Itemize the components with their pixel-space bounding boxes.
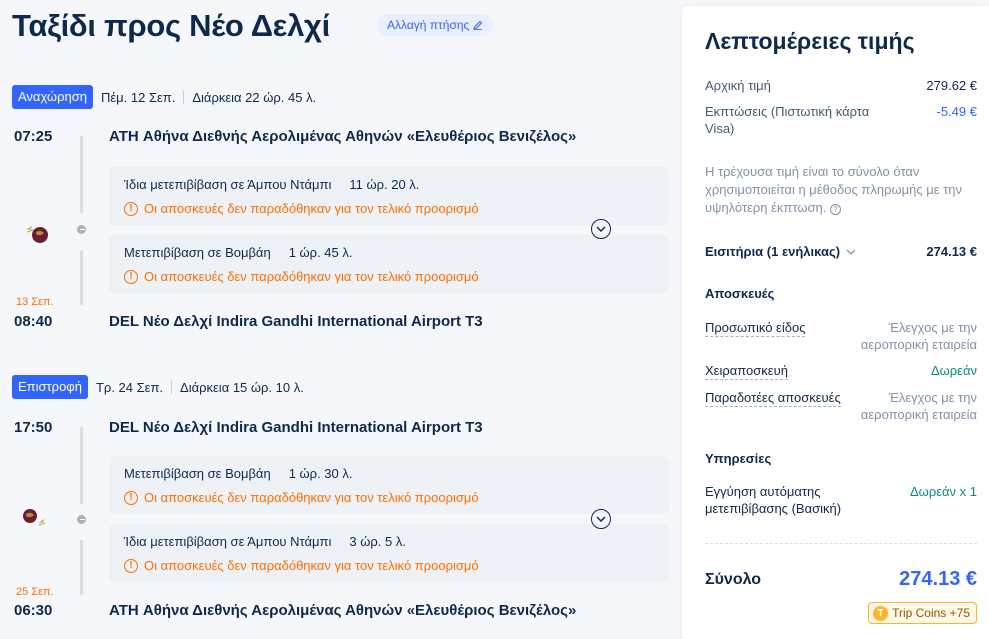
base-price-row: Αρχική τιμή 279.62 €	[705, 77, 977, 94]
stopover-label: Μετεπιβίβαση σε Βομβάη	[124, 245, 271, 260]
guarantee-row: Εγγύηση αυτόματης μετεπιβίβασης (Βασική)…	[705, 483, 977, 517]
stopover-duration: 1 ώρ. 45 λ.	[288, 245, 353, 260]
total-value: 274.13 €	[899, 568, 977, 590]
tickets-label: Εισιτήρια (1 ενήλικας)	[705, 244, 841, 259]
outbound-arrival-date: 13 Σεπ.	[16, 296, 54, 308]
change-flight-label: Αλλαγή πτήσης	[387, 18, 470, 32]
baggage-warning: Οι αποσκευές δεν παραδόθηκαν για τον τελ…	[144, 201, 479, 216]
stopover-label: Μετεπιβίβαση σε Βομβάη	[124, 466, 271, 481]
return-arrival-airport: ATH Αθήνα Διεθνής Αερολιμένας Αθηνών «Ελ…	[109, 602, 577, 619]
divider	[171, 380, 173, 394]
base-price-value: 279.62 €	[926, 78, 977, 93]
outbound-date: Πέμ. 12 Σεπ.	[100, 89, 176, 105]
hand-baggage-row: Χειραποσκευή Δωρεάν	[705, 362, 977, 380]
chevron-down-icon	[846, 249, 856, 255]
warning-icon: !	[124, 558, 138, 573]
timeline-stop-dot	[75, 513, 88, 526]
stopover-card: Ίδια μετεπιβίβαση σε Άμπου Ντάμπι 3 ώρ. …	[109, 524, 669, 582]
return-arrival-date: 25 Σεπ.	[16, 586, 54, 598]
outbound-header: Αναχώρηση Πέμ. 12 Σεπ. Διάρκεια 22 ώρ. 4…	[12, 85, 316, 109]
price-note: Η τρέχουσα τιμή είναι το σύνολο όταν χρη…	[705, 163, 970, 217]
tickets-row[interactable]: Εισιτήρια (1 ενήλικας) 274.13 €	[705, 243, 977, 260]
discount-row: Εκπτώσεις (Πιστωτική κάρτα Visa) -5.49 €	[705, 103, 977, 137]
page-title: Ταξίδι προς Νέο Δελχί	[12, 8, 330, 43]
return-departure-airport: DEL Νέο Δελχί Indira Gandhi Internationa…	[109, 419, 483, 436]
warning-icon: !	[124, 201, 138, 216]
itinerary-panel: Ταξίδι προς Νέο Δελχί Αλλαγή πτήσης Αναχ…	[0, 0, 670, 639]
chevron-down-icon	[596, 226, 606, 232]
coin-icon: T	[873, 605, 889, 621]
baggage-warning: Οι αποσκευές δεν παραδόθηκαν για τον τελ…	[144, 558, 479, 573]
help-icon[interactable]: ?	[829, 204, 841, 215]
return-date: Τρ. 24 Σεπ.	[95, 379, 164, 395]
stopover-duration: 11 ώρ. 20 λ.	[349, 177, 420, 192]
timeline-line	[80, 540, 83, 595]
total-label: Σύνολο	[705, 571, 762, 588]
stopover-label: Ίδια μετεπιβίβαση σε Άμπου Ντάμπι	[124, 177, 332, 192]
warning-icon: !	[124, 490, 138, 505]
return-header: Επιστροφή Τρ. 24 Σεπ. Διάρκεια 15 ώρ. 10…	[12, 375, 304, 399]
price-details-panel: Λεπτομέρειες τιμής Αρχική τιμή 279.62 € …	[682, 6, 989, 639]
price-details-title: Λεπτομέρειες τιμής	[705, 28, 915, 54]
personal-item-value: Έλεγχος με την αεροπορική εταιρεία	[860, 320, 977, 352]
outbound-duration: Διάρκεια 22 ώρ. 45 λ.	[192, 89, 317, 105]
outbound-departure-time: 07:25	[14, 128, 53, 145]
stopover-card: Μετεπιβίβαση σε Βομβάη 1 ώρ. 30 λ. ! Οι …	[109, 456, 669, 514]
guarantee-value: Δωρεάν x 1	[910, 484, 977, 499]
warning-icon: !	[124, 269, 138, 284]
return-badge: Επιστροφή	[12, 375, 88, 399]
timeline-stop-dot	[75, 223, 88, 236]
pencil-icon	[473, 20, 483, 30]
expand-return-button[interactable]	[591, 509, 611, 529]
baggage-warning: Οι αποσκευές δεν παραδόθηκαν για τον τελ…	[144, 269, 479, 284]
base-price-label: Αρχική τιμή	[705, 78, 771, 93]
return-arrival-time: 06:30	[14, 602, 53, 619]
outbound-arrival-airport: DEL Νέο Δελχί Indira Gandhi Internationa…	[109, 313, 483, 330]
change-flight-button[interactable]: Αλλαγή πτήσης	[377, 14, 494, 36]
timeline-line	[80, 250, 83, 305]
services-section-title: Υπηρεσίες	[705, 451, 772, 466]
timeline-line	[80, 427, 83, 504]
trip-coins-badge: T Trip Coins +75	[868, 602, 977, 624]
return-duration: Διάρκεια 15 ώρ. 10 λ.	[180, 379, 304, 395]
guarantee-label: Εγγύηση αυτόματης μετεπιβίβασης (Βασική)	[705, 484, 842, 516]
stopover-label: Ίδια μετεπιβίβαση σε Άμπου Ντάμπι	[124, 534, 332, 549]
trip-coins-label: Trip Coins +75	[892, 606, 970, 620]
return-departure-time: 17:50	[14, 419, 53, 436]
stopover-duration: 1 ώρ. 30 λ.	[288, 466, 353, 481]
outbound-departure-airport: ATH Αθήνα Διεθνής Αερολιμένας Αθηνών «Ελ…	[109, 128, 577, 145]
outbound-arrival-time: 08:40	[14, 313, 53, 330]
divider	[183, 90, 185, 104]
baggage-section-title: Αποσκευές	[705, 286, 775, 301]
airline-logo-icon	[26, 226, 48, 243]
personal-item-label[interactable]: Προσωπικό είδος	[705, 319, 806, 337]
stopover-card: Ίδια μετεπιβίβαση σε Άμπου Ντάμπι 11 ώρ.…	[109, 167, 669, 225]
hand-baggage-value: Δωρεάν	[930, 363, 977, 378]
checked-baggage-value: Έλεγχος με την αεροπορική εταιρεία	[860, 390, 977, 422]
personal-item-row: Προσωπικό είδος Έλεγχος με την αεροπορικ…	[705, 319, 977, 353]
expand-outbound-button[interactable]	[591, 219, 611, 239]
airline-logo-icon	[23, 509, 46, 526]
baggage-warning: Οι αποσκευές δεν παραδόθηκαν για τον τελ…	[144, 490, 479, 505]
checked-baggage-row: Παραδοτέες αποσκευές Έλεγχος με την αερο…	[705, 389, 977, 423]
tickets-value: 274.13 €	[926, 244, 977, 259]
discount-label: Εκπτώσεις (Πιστωτική κάρτα Visa)	[705, 104, 870, 136]
chevron-down-icon	[596, 516, 606, 522]
checked-baggage-label[interactable]: Παραδοτέες αποσκευές	[705, 389, 841, 407]
timeline-line	[80, 136, 83, 213]
divider	[705, 543, 977, 544]
hand-baggage-label[interactable]: Χειραποσκευή	[705, 362, 788, 380]
outbound-badge: Αναχώρηση	[12, 85, 93, 109]
discount-value: -5.49 €	[936, 104, 977, 119]
stopover-card: Μετεπιβίβαση σε Βομβάη 1 ώρ. 45 λ. ! Οι …	[109, 235, 669, 293]
stopover-duration: 3 ώρ. 5 λ.	[349, 534, 406, 549]
